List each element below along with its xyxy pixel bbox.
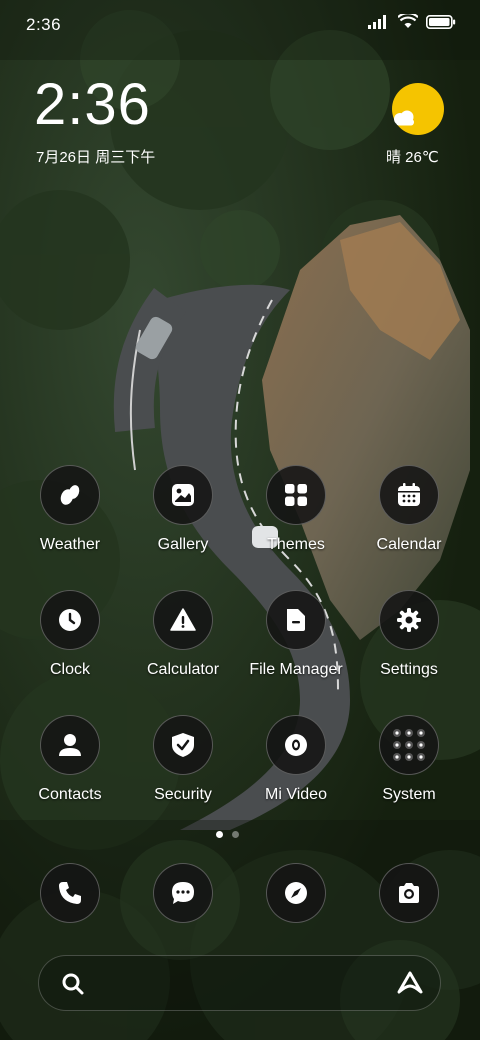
calendar-icon [379, 465, 439, 525]
page-indicator [216, 831, 239, 838]
weather-widget-text: 晴 26℃ [386, 149, 439, 166]
app-label: Settings [380, 661, 438, 678]
camera-icon [399, 883, 419, 903]
app-label: Gallery [157, 536, 209, 553]
app-contacts[interactable]: Contacts [14, 715, 126, 815]
app-label: Clock [49, 661, 90, 678]
chat-bubble-icon [172, 882, 194, 904]
app-label: File Manager [249, 661, 343, 678]
gallery-icon [153, 465, 213, 525]
app-folder-icon [379, 715, 439, 775]
status-icons [368, 14, 456, 29]
assistant-icon[interactable] [396, 970, 424, 996]
dock-messages[interactable] [153, 863, 213, 923]
warning-triangle-icon [153, 590, 213, 650]
app-label: Contacts [38, 786, 102, 803]
app-label: Weather [39, 536, 101, 553]
dock-phone[interactable] [40, 863, 100, 923]
page-dot [232, 831, 239, 838]
weather-drops-icon [40, 465, 100, 525]
app-label: Calendar [376, 536, 442, 553]
page-dot-active [216, 831, 223, 838]
search-icon[interactable] [61, 972, 85, 996]
clock-widget-time[interactable]: 2:36 [34, 76, 151, 134]
gear-icon [379, 590, 439, 650]
phone-icon [59, 882, 81, 904]
app-calculator[interactable]: Calculator [127, 590, 239, 690]
app-weather[interactable]: Weather [14, 465, 126, 565]
clock-icon [40, 590, 100, 650]
app-mi-video[interactable]: Mi Video [240, 715, 352, 815]
app-gallery[interactable]: Gallery [127, 465, 239, 565]
app-themes[interactable]: Themes [240, 465, 352, 565]
app-file-manager[interactable]: File Manager [240, 590, 352, 690]
status-time: 2:36 [26, 15, 62, 34]
app-clock[interactable]: Clock [14, 590, 126, 690]
wifi-icon [398, 14, 418, 28]
app-settings[interactable]: Settings [353, 590, 465, 690]
dock-camera[interactable] [379, 863, 439, 923]
folder-icon [266, 590, 326, 650]
cloud-icon [394, 110, 414, 126]
app-security[interactable]: Security [127, 715, 239, 815]
search-bar[interactable] [38, 955, 441, 1011]
status-bar: 2:36 [0, 0, 480, 48]
app-label: Calculator [146, 661, 220, 678]
app-system-folder[interactable]: System [353, 715, 465, 815]
themes-grid-icon [266, 465, 326, 525]
dock-browser[interactable] [266, 863, 326, 923]
signal-icon [368, 14, 386, 29]
compass-icon [285, 882, 307, 904]
app-label: Security [154, 786, 212, 803]
app-label: Themes [267, 536, 325, 553]
app-calendar[interactable]: Calendar [353, 465, 465, 565]
app-label: Mi Video [265, 786, 327, 803]
sunny-cloud-icon[interactable] [392, 83, 444, 135]
battery-icon [426, 14, 456, 29]
clock-widget-date: 7月26日 周三下午 [36, 149, 156, 166]
shield-check-icon [153, 715, 213, 775]
person-icon [40, 715, 100, 775]
video-icon [266, 715, 326, 775]
app-label: System [382, 786, 436, 803]
